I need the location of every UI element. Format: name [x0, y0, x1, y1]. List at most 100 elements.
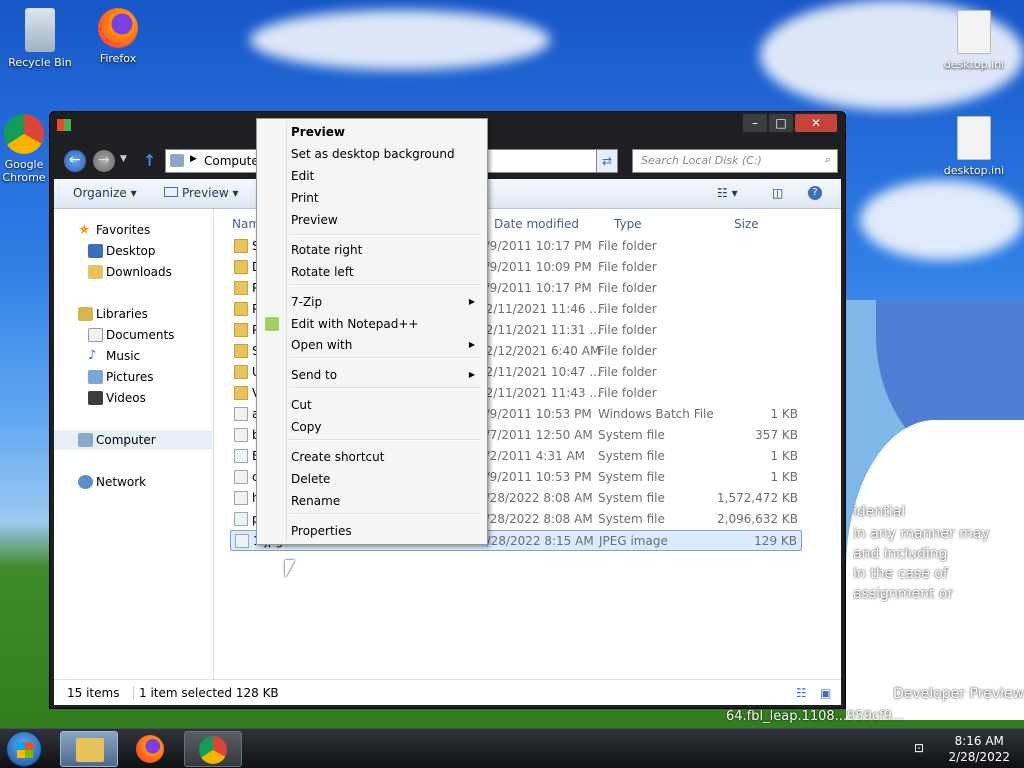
folder-icon — [234, 302, 248, 316]
network-icon — [78, 475, 93, 489]
details-view-icon[interactable]: ☷ — [796, 686, 807, 700]
menu-item-open-with[interactable]: Open with ▶ — [259, 334, 485, 356]
nav-libraries[interactable]: Libraries — [54, 304, 212, 324]
recent-pages-chevron-icon[interactable]: ▼ — [120, 154, 127, 164]
menu-item-create-shortcut[interactable]: Create shortcut — [259, 446, 485, 468]
desktop-icon — [88, 244, 103, 258]
chrome-icon — [4, 114, 44, 154]
file-icon — [234, 512, 248, 526]
desktop-icon-chrome[interactable]: Google Chrome — [0, 114, 48, 184]
desktop-icon-label: desktop.ini — [943, 58, 1005, 71]
nav-network[interactable]: Network — [54, 472, 212, 492]
column-header-date[interactable]: Date modified — [494, 217, 579, 231]
search-input[interactable]: Search Local Disk (C:) ⌕ — [632, 149, 838, 173]
nav-music[interactable]: ♪ Music — [54, 346, 212, 366]
organize-button[interactable]: Organize ▾ — [73, 186, 137, 200]
nav-favorites[interactable]: ★ Favorites — [54, 220, 212, 240]
nav-pictures[interactable]: Pictures — [54, 367, 212, 387]
menu-item-label: Rotate right — [291, 243, 363, 257]
help-icon[interactable]: ? — [808, 186, 822, 200]
notepad-plus-plus-icon — [265, 317, 279, 331]
file-size: 1 KB — [770, 407, 798, 421]
start-button[interactable] — [6, 731, 42, 767]
computer-icon — [78, 433, 93, 447]
menu-item-rotate-left[interactable]: Rotate left — [259, 261, 485, 283]
watermark-text: and including — [853, 546, 948, 562]
file-size: 129 KB — [754, 534, 797, 548]
nav-desktop[interactable]: Desktop — [54, 241, 212, 261]
network-tray-icon[interactable]: ⊡ — [914, 741, 924, 755]
folder-icon — [234, 281, 248, 295]
preview-button[interactable]: Preview ▾ — [164, 186, 239, 200]
taskbar-firefox[interactable] — [122, 731, 180, 767]
libraries-icon — [78, 307, 93, 321]
breadcrumb-computer[interactable]: Computer — [204, 154, 264, 168]
file-size: 357 KB — [755, 428, 798, 442]
menu-separator — [289, 513, 481, 515]
back-button[interactable]: ← — [63, 149, 87, 173]
folder-icon — [234, 344, 248, 358]
minimize-button[interactable]: – — [742, 113, 768, 133]
file-type: System file — [598, 512, 665, 526]
large-icons-view-icon[interactable]: ▣ — [820, 686, 831, 700]
file-icon — [234, 491, 248, 505]
file-type: File folder — [598, 302, 657, 316]
preview-pane-icon[interactable]: ◫ — [772, 186, 783, 200]
view-options-button[interactable]: ☷ ▾ — [717, 186, 738, 200]
nav-videos[interactable]: Videos — [54, 388, 212, 408]
folder-icon — [234, 260, 248, 274]
menu-separator — [289, 234, 481, 236]
column-header-size[interactable]: Size — [734, 217, 759, 231]
recycle-bin-icon — [25, 8, 55, 52]
column-header-type[interactable]: Type — [614, 217, 642, 231]
taskbar-explorer[interactable] — [60, 731, 118, 767]
file-date: 8/9/2011 10:17 PM — [478, 281, 592, 295]
menu-item-print[interactable]: Print — [259, 187, 485, 209]
file-date: 12/12/2021 6:40 AM — [478, 344, 601, 358]
menu-item-delete[interactable]: Delete — [259, 468, 485, 490]
file-icon — [235, 534, 249, 548]
music-icon: ♪ — [88, 348, 97, 363]
menu-item-preview[interactable]: Preview — [259, 209, 485, 231]
file-type: File folder — [598, 344, 657, 358]
desktop-icon-firefox[interactable]: Firefox — [80, 8, 156, 65]
file-icon — [234, 428, 248, 442]
file-date: 2/28/2022 8:15 AM — [479, 534, 594, 548]
windows-logo-icon — [17, 742, 33, 758]
search-placeholder: Search Local Disk (C:) — [641, 154, 762, 167]
menu-item-set-as-desktop-background[interactable]: Set as desktop background — [259, 143, 485, 165]
menu-item-properties[interactable]: Properties — [259, 520, 485, 542]
menu-item-preview[interactable]: Preview — [259, 121, 485, 143]
file-date: 8/7/2011 12:50 AM — [478, 428, 593, 442]
desktop-icon-desktop-ini[interactable]: desktop.ini — [936, 116, 1012, 177]
menu-item-7-zip[interactable]: 7-Zip ▶ — [259, 291, 485, 313]
maximize-button[interactable]: □ — [768, 113, 794, 133]
nav-documents[interactable]: Documents — [54, 325, 212, 345]
nav-downloads[interactable]: Downloads — [54, 262, 212, 282]
menu-item-rename[interactable]: Rename — [259, 490, 485, 512]
refresh-button[interactable]: ⇄ — [596, 149, 618, 173]
watermark-text: in any manner may — [853, 526, 990, 542]
file-type: File folder — [598, 365, 657, 379]
menu-item-label: Edit with Notepad++ — [291, 317, 419, 331]
nav-computer[interactable]: Computer — [54, 430, 212, 450]
close-button[interactable]: ✕ — [794, 113, 838, 133]
mouse-cursor-icon — [285, 560, 295, 578]
up-folder-icon[interactable]: ↑ — [143, 151, 156, 170]
file-icon — [234, 470, 248, 484]
menu-item-edit[interactable]: Edit — [259, 165, 485, 187]
menu-item-send-to[interactable]: Send to ▶ — [259, 364, 485, 386]
desktop-icon-recycle-bin[interactable]: Recycle Bin — [2, 8, 78, 69]
menu-item-edit-with-notepad[interactable]: Edit with Notepad++ — [259, 313, 485, 335]
menu-item-rotate-right[interactable]: Rotate right — [259, 239, 485, 261]
desktop-icon-desktop-ini[interactable]: desktop.ini — [936, 10, 1012, 71]
taskbar-chrome[interactable] — [184, 731, 242, 767]
submenu-arrow-icon: ▶ — [468, 297, 475, 306]
forward-button[interactable]: → — [92, 149, 116, 173]
star-icon: ★ — [78, 222, 91, 238]
clock[interactable]: 8:16 AM 2/28/2022 — [948, 733, 1010, 765]
submenu-arrow-icon: ▶ — [468, 340, 475, 349]
menu-item-cut[interactable]: Cut — [259, 394, 485, 416]
file-type: System file — [598, 491, 665, 505]
menu-item-copy[interactable]: Copy — [259, 416, 485, 438]
